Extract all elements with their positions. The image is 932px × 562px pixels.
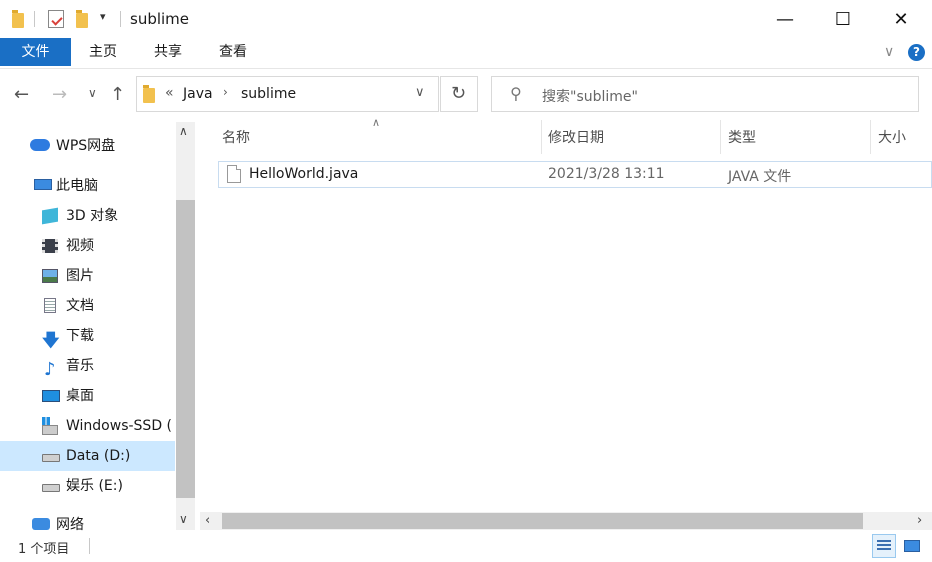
desktop-icon	[42, 390, 60, 402]
title-bar: ▾ sublime — ☐ ✕	[0, 0, 932, 38]
file-type: JAVA 文件	[728, 169, 792, 185]
sidebar-item-label: 此电脑	[56, 178, 98, 194]
document-icon	[44, 298, 56, 313]
sidebar-item-label: 娱乐 (E:)	[66, 478, 123, 494]
file-icon	[227, 165, 241, 183]
search-icon: ⚲	[510, 84, 522, 103]
cube-icon	[42, 207, 58, 225]
recent-locations-icon[interactable]: ∨	[88, 86, 97, 100]
address-bar[interactable]: « Java › sublime ∨	[136, 76, 439, 112]
address-dropdown-icon[interactable]: ∨	[415, 85, 425, 100]
folder-icon	[12, 10, 24, 28]
file-name[interactable]: HelloWorld.java	[249, 166, 358, 182]
cloud-icon	[30, 139, 50, 151]
windows-drive-icon	[42, 425, 58, 435]
drive-icon	[42, 454, 60, 462]
separator	[89, 538, 90, 554]
sidebar-item-label: Windows-SSD (	[66, 418, 173, 434]
column-date-modified[interactable]: 修改日期	[548, 124, 604, 152]
video-icon	[42, 239, 58, 253]
sidebar-item-label: WPS网盘	[56, 138, 116, 154]
ribbon-tabs	[0, 38, 932, 69]
details-view-button[interactable]	[872, 534, 896, 558]
column-name[interactable]: 名称	[222, 124, 250, 152]
sidebar-item-label: 文档	[66, 298, 94, 314]
customize-quick-access-icon[interactable]: ▾	[100, 10, 106, 23]
sidebar-item-entertainment-e[interactable]: 娱乐 (E:)	[0, 471, 175, 501]
sidebar-item-label: 图片	[66, 268, 94, 284]
column-size[interactable]: 大小	[878, 124, 906, 152]
column-type[interactable]: 类型	[728, 124, 756, 152]
refresh-button[interactable]: ↻	[440, 76, 478, 112]
close-button[interactable]: ✕	[872, 0, 930, 38]
window-title: sublime	[130, 10, 190, 28]
breadcrumb-sublime[interactable]: sublime	[241, 86, 296, 102]
tab-file[interactable]: 文件	[0, 38, 71, 66]
back-arrow-icon[interactable]: ←	[14, 84, 29, 105]
large-icons-view-icon	[904, 540, 920, 552]
sidebar-item-pictures[interactable]: 图片	[0, 261, 175, 291]
help-icon[interactable]: ?	[908, 44, 925, 61]
scroll-down-icon[interactable]: ∨	[179, 512, 188, 526]
column-separator[interactable]	[870, 120, 871, 154]
sidebar-item-network[interactable]: 网络	[0, 510, 175, 540]
sidebar-item-windows-ssd[interactable]: Windows-SSD (	[0, 411, 175, 441]
sidebar-item-desktop[interactable]: 桌面	[0, 381, 175, 411]
separator	[34, 11, 35, 27]
sidebar-item-label: 桌面	[66, 388, 94, 404]
picture-icon	[42, 269, 58, 283]
tab-home[interactable]: 主页	[82, 38, 124, 66]
horizontal-scrollbar-thumb[interactable]	[222, 513, 863, 529]
scroll-left-icon[interactable]: ‹	[205, 513, 210, 528]
windows-logo-icon	[42, 417, 50, 425]
new-folder-icon[interactable]	[76, 10, 88, 28]
search-input[interactable]: 搜索"sublime"	[542, 86, 638, 106]
sort-ascending-icon: ∧	[372, 116, 381, 129]
breadcrumb-overflow[interactable]: «	[165, 85, 174, 101]
scroll-right-icon[interactable]: ›	[917, 513, 922, 528]
column-separator[interactable]	[541, 120, 542, 154]
column-separator[interactable]	[720, 120, 721, 154]
maximize-button[interactable]: ☐	[814, 0, 872, 38]
sidebar-item-downloads[interactable]: 🡇 下载	[0, 321, 175, 351]
details-view-icon	[877, 540, 891, 552]
breadcrumb-java[interactable]: Java	[183, 86, 213, 102]
refresh-icon: ↻	[451, 83, 467, 104]
sidebar-item-label: 视频	[66, 238, 94, 254]
computer-icon	[34, 179, 52, 190]
status-item-count: 1 个项目	[18, 542, 70, 557]
table-row[interactable]: HelloWorld.java 2021/3/28 13:11 JAVA 文件	[218, 161, 932, 188]
tab-share[interactable]: 共享	[147, 38, 189, 66]
separator	[120, 11, 121, 27]
sidebar-item-3d-objects[interactable]: 3D 对象	[0, 201, 175, 231]
minimize-button[interactable]: —	[756, 0, 814, 38]
drive-icon	[42, 484, 60, 492]
up-arrow-icon[interactable]: ↑	[110, 84, 125, 105]
sidebar-item-data-d[interactable]: Data (D:)	[0, 441, 175, 471]
sidebar-item-label: 网络	[56, 517, 84, 533]
sidebar-item-label: 3D 对象	[66, 208, 119, 224]
search-box[interactable]: ⚲ 搜索"sublime"	[491, 76, 919, 112]
sidebar-item-label: Data (D:)	[66, 448, 131, 464]
tab-view[interactable]: 查看	[212, 38, 254, 66]
scroll-up-icon[interactable]: ∧	[179, 124, 188, 138]
folder-icon	[143, 85, 155, 103]
file-date: 2021/3/28 13:11	[548, 166, 665, 182]
network-icon	[32, 518, 50, 530]
large-icons-view-button[interactable]	[900, 534, 924, 558]
sidebar-item-music[interactable]: ♪ 音乐	[0, 351, 175, 381]
sidebar-item-this-pc[interactable]: 此电脑	[0, 171, 175, 201]
sidebar-item-label: 音乐	[66, 358, 94, 374]
forward-arrow-icon[interactable]: →	[52, 84, 67, 105]
ribbon-expand-icon[interactable]: ∨	[884, 44, 894, 60]
sidebar-item-label: 下载	[66, 328, 94, 344]
chevron-right-icon[interactable]: ›	[223, 85, 228, 99]
sidebar-scrollbar-thumb[interactable]	[176, 200, 195, 498]
properties-icon[interactable]	[48, 10, 64, 28]
sidebar-item-videos[interactable]: 视频	[0, 231, 175, 261]
sidebar-item-documents[interactable]: 文档	[0, 291, 175, 321]
sidebar-item-wps-cloud[interactable]: WPS网盘	[0, 131, 175, 161]
